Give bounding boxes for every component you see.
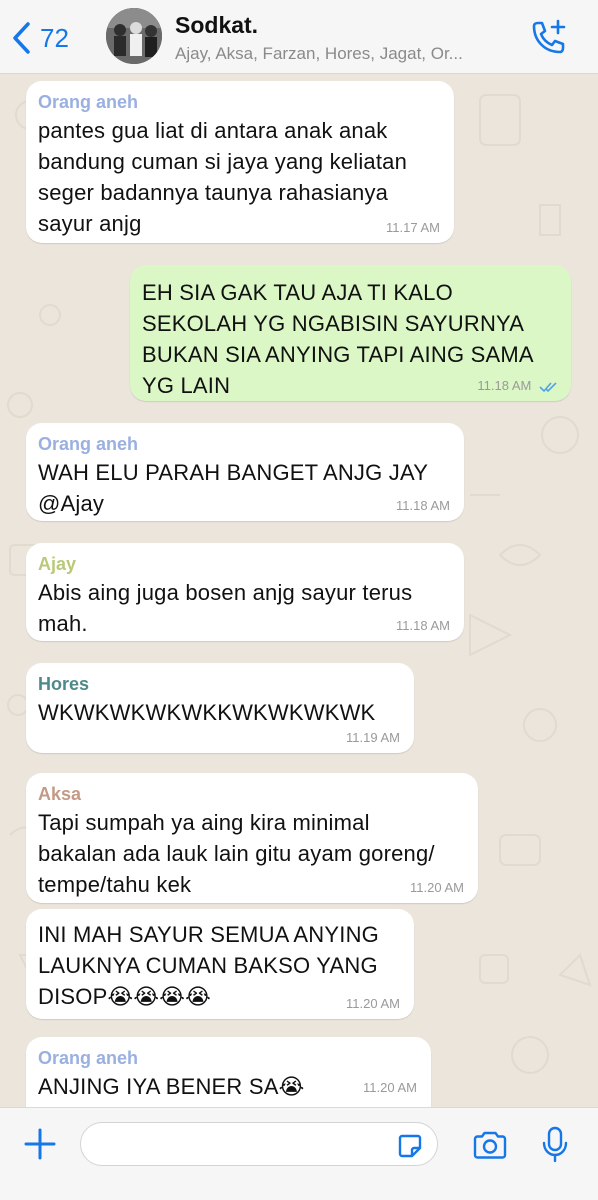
sender-name: Orang aneh: [38, 434, 139, 454]
composer-bar: [0, 1107, 598, 1200]
chevron-left-icon: [13, 22, 30, 54]
message-bubble-outgoing[interactable]: EH SIA GAK TAU AJA TI KALO SEKOLAH YG NG…: [130, 265, 571, 401]
group-title[interactable]: Sodkat.: [175, 12, 258, 39]
sender-name: Orang aneh: [38, 92, 139, 112]
message-bubble[interactable]: Orang aneh WAH ELU PARAH BANGET ANJG JAY…: [26, 423, 464, 521]
message-bubble[interactable]: Ajay Abis aing juga bosen anjg sayur ter…: [26, 543, 464, 641]
message-text: pantes gua liat di antara anak anak band…: [38, 118, 408, 236]
microphone-icon[interactable]: [540, 1126, 570, 1164]
message-input[interactable]: [80, 1122, 438, 1166]
sender-name: Orang aneh: [38, 1048, 139, 1068]
message-time: 11.20 AM: [363, 1080, 417, 1095]
group-members[interactable]: Ajay, Aksa, Farzan, Hores, Jagat, Or...: [175, 44, 510, 64]
message-bubble[interactable]: Aksa Tapi sumpah ya aing kira minimal ba…: [26, 773, 478, 903]
sender-name: Aksa: [38, 784, 82, 804]
message-text: Tapi sumpah ya aing kira minimal bakalan…: [38, 810, 435, 897]
message-time: 11.19 AM: [346, 730, 400, 745]
message-time: 11.18 AM: [396, 498, 450, 513]
message-text: ANJING IYA BENER SA😭: [38, 1074, 305, 1099]
message-time: 11.18 AM: [396, 618, 450, 633]
message-bubble[interactable]: INI MAH SAYUR SEMUA ANYING LAUKNYA CUMAN…: [26, 909, 414, 1019]
message-time: 11.20 AM: [410, 880, 464, 895]
chat-header: 72 Sodkat. Ajay, Aksa, Farzan, Hores, Ja…: [0, 0, 598, 74]
message-bubble[interactable]: Hores WKWKWKWKWKKWKWKWKWK 11.19 AM: [26, 663, 414, 753]
message-text: WAH ELU PARAH BANGET ANJG JAY @Ajay: [38, 460, 429, 516]
group-avatar[interactable]: [106, 8, 162, 64]
sender-name: Ajay: [38, 554, 77, 574]
message-time: 11.18 AM: [477, 379, 559, 393]
message-time: 11.17 AM: [386, 220, 440, 235]
back-button[interactable]: 72: [10, 18, 69, 58]
camera-icon[interactable]: [472, 1130, 508, 1160]
message-time: 11.20 AM: [346, 996, 400, 1011]
sticker-icon[interactable]: [396, 1132, 424, 1160]
add-call-icon[interactable]: [528, 18, 570, 58]
message-list[interactable]: Orang aneh pantes gua liat di antara ana…: [0, 75, 598, 1107]
message-bubble[interactable]: Orang aneh pantes gua liat di antara ana…: [26, 81, 454, 243]
message-text: Abis aing juga bosen anjg sayur terus ma…: [38, 580, 413, 636]
plus-icon[interactable]: [22, 1126, 58, 1162]
sender-name: Hores: [38, 674, 90, 694]
read-receipt-icon: [539, 381, 557, 392]
message-bubble[interactable]: Orang aneh ANJING IYA BENER SA😭 11.20 AM: [26, 1037, 431, 1107]
message-text: WKWKWKWKWKKWKWKWKWK: [38, 700, 376, 725]
unread-count: 72: [40, 22, 69, 53]
